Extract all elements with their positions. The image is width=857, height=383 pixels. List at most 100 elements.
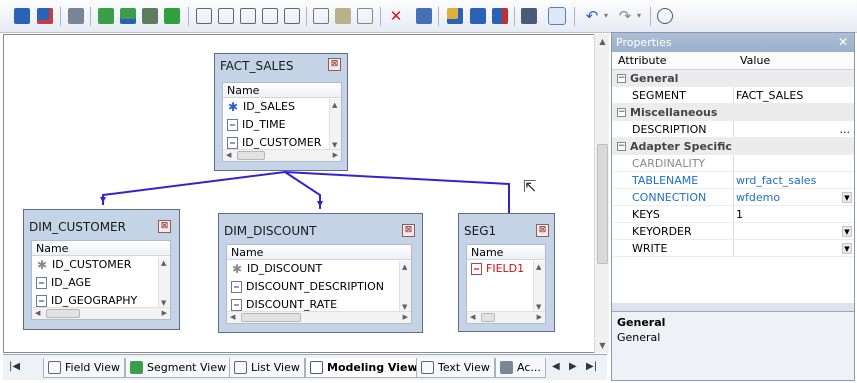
- copy-icon[interactable]: [416, 8, 432, 24]
- property-row-connection[interactable]: CONNECTION wfdemo ▼: [612, 189, 854, 206]
- connector-dim-customer: [102, 171, 286, 205]
- access-view-icon: [500, 361, 513, 374]
- field-list: Name ✱ ID_CUSTOMER ID_AGE ID_GEOGRAPHY ▲ ▼…: [31, 240, 171, 320]
- view-tabs: |◀ Field View Segment View List View Mod…: [3, 354, 607, 380]
- connector-arrow-dim-customer: [100, 197, 106, 203]
- segment-add-icon[interactable]: [120, 8, 136, 24]
- redo-icon[interactable]: ↷: [617, 8, 633, 24]
- list-item[interactable]: ID_TIME: [223, 116, 341, 134]
- property-row-segment[interactable]: SEGMENT FACT_SALES: [612, 87, 854, 104]
- tree-icon[interactable]: [521, 8, 537, 24]
- group-miscellaneous[interactable]: − Miscellaneous: [612, 104, 854, 121]
- description-text: General: [617, 331, 661, 344]
- cross-reference-icon[interactable]: [142, 8, 158, 24]
- undo-icon[interactable]: ↶: [584, 8, 600, 24]
- field-up-icon[interactable]: [218, 8, 234, 24]
- field-list-header: Name: [32, 241, 170, 256]
- properties-panel: Properties ✕ Attribute Value − General SE…: [611, 32, 855, 381]
- segment-green-icon[interactable]: [164, 8, 180, 24]
- property-row-tablename[interactable]: TABLENAME wrd_fact_sales: [612, 172, 854, 189]
- vertical-scrollbar[interactable]: ▲ ▼: [158, 257, 170, 308]
- vertical-scrollbar[interactable]: ▲ ▼: [399, 261, 411, 312]
- chevron-down-icon[interactable]: ▼: [842, 243, 852, 254]
- chevron-down-icon[interactable]: ▼: [842, 226, 852, 237]
- segment-icon[interactable]: [98, 8, 114, 24]
- scroll-down-icon[interactable]: ▼: [598, 341, 607, 350]
- delete-icon[interactable]: ✕: [388, 8, 404, 24]
- close-icon[interactable]: ⊠: [402, 224, 415, 237]
- modeling-canvas[interactable]: FACT_SALES ⊠ Name ✱ ID_SALES ID_TIME ID_C…: [3, 34, 595, 353]
- horizontal-scrollbar[interactable]: ◀ ▶: [223, 149, 341, 161]
- field-list: Name FIELD1 ▲ ▼ ◀ ▶: [466, 244, 546, 324]
- hierarchy-icon[interactable]: [470, 8, 486, 24]
- group-adapter-specific[interactable]: − Adapter Specific: [612, 138, 854, 155]
- toolbar-separator: [650, 7, 651, 26]
- edit-pencil-icon[interactable]: [335, 8, 351, 24]
- segment-dim-discount[interactable]: DIM_DISCOUNT ⊠ Name ✱ ID_DISCOUNT DISCOUN…: [218, 213, 423, 333]
- scroll-thumb[interactable]: [597, 144, 608, 264]
- tab-field-view[interactable]: Field View: [43, 358, 125, 378]
- join-icon[interactable]: [447, 8, 463, 24]
- tab-list-view[interactable]: List View: [229, 358, 305, 378]
- collapse-icon[interactable]: −: [617, 74, 626, 83]
- list-item[interactable]: ✱ ID_DISCOUNT: [227, 260, 411, 278]
- property-row-description[interactable]: DESCRIPTION...: [612, 121, 854, 138]
- scroll-up-icon[interactable]: ▲: [598, 37, 607, 46]
- toolbar-separator: [514, 7, 515, 26]
- zoom-icon[interactable]: [657, 8, 673, 24]
- tab-segment-view[interactable]: Segment View: [125, 358, 232, 378]
- sort-icon[interactable]: [313, 8, 329, 24]
- last-tab-icon[interactable]: ▶|: [586, 361, 597, 372]
- segment-seg1[interactable]: SEG1 ⊠ Name FIELD1 ▲ ▼ ◀ ▶: [458, 213, 555, 332]
- close-icon[interactable]: ✕: [838, 33, 848, 52]
- horizontal-scrollbar[interactable]: ◀ ▶: [32, 307, 170, 319]
- segment-title: DIM_CUSTOMER: [29, 220, 126, 234]
- mouse-pointer-icon: ⇱: [523, 177, 537, 196]
- collapse-icon[interactable]: −: [617, 108, 626, 117]
- connector-seg1: [284, 171, 510, 213]
- property-row-write[interactable]: WRITE ▼: [612, 240, 854, 257]
- field-edit-icon[interactable]: [262, 8, 278, 24]
- toolbar-separator: [90, 7, 91, 26]
- close-icon[interactable]: ⊠: [328, 58, 341, 71]
- relation-icon[interactable]: [492, 8, 508, 24]
- ellipsis-button[interactable]: ...: [840, 121, 851, 138]
- list-item[interactable]: ✱ ID_CUSTOMER: [32, 256, 170, 274]
- save-as-icon[interactable]: [37, 8, 53, 24]
- list-item[interactable]: ID_AGE: [32, 274, 170, 292]
- canvas-vertical-scrollbar[interactable]: ▲ ▼: [594, 34, 609, 353]
- field-icon[interactable]: [196, 8, 212, 24]
- property-row-keyorder[interactable]: KEYORDER ▼: [612, 223, 854, 240]
- list-item[interactable]: ✱ ID_SALES: [223, 98, 341, 116]
- first-tab-icon[interactable]: |◀: [9, 361, 20, 372]
- property-row-keys[interactable]: KEYS 1: [612, 206, 854, 223]
- close-icon[interactable]: ⊠: [536, 224, 549, 237]
- vertical-scrollbar[interactable]: ▲ ▼: [533, 261, 545, 312]
- tab-access[interactable]: Ac...: [495, 358, 546, 378]
- field-down-icon[interactable]: [240, 8, 256, 24]
- chevron-down-icon[interactable]: ▼: [842, 192, 852, 203]
- print-icon[interactable]: [68, 8, 84, 24]
- prev-tab-icon[interactable]: ◀: [552, 361, 560, 372]
- tab-text-view[interactable]: Text View: [416, 358, 495, 378]
- collapse-icon[interactable]: −: [617, 142, 626, 151]
- document-icon[interactable]: [357, 8, 373, 24]
- next-tab-icon[interactable]: ▶: [569, 361, 577, 372]
- tab-modeling-view[interactable]: Modeling View: [305, 358, 423, 378]
- vertical-scrollbar[interactable]: ▲ ▼: [329, 99, 341, 150]
- field-list-icon[interactable]: [284, 8, 300, 24]
- segment-fact-sales[interactable]: FACT_SALES ⊠ Name ✱ ID_SALES ID_TIME ID_C…: [214, 53, 348, 171]
- connector-dim-discount: [284, 171, 321, 209]
- panel-splitter[interactable]: [612, 303, 854, 311]
- segment-dim-customer[interactable]: DIM_CUSTOMER ⊠ Name ✱ ID_CUSTOMER ID_AGE …: [23, 209, 180, 330]
- connector-arrow-dim-discount: [317, 201, 323, 207]
- horizontal-scrollbar[interactable]: ◀ ▶: [227, 311, 411, 323]
- properties-title-bar: Properties ✕: [612, 33, 854, 52]
- pointer-icon[interactable]: [548, 7, 566, 25]
- property-row-cardinality[interactable]: CARDINALITY: [612, 155, 854, 172]
- list-item[interactable]: DISCOUNT_DESCRIPTION: [227, 278, 411, 296]
- horizontal-scrollbar[interactable]: ◀ ▶: [467, 311, 545, 323]
- save-icon[interactable]: [14, 8, 30, 24]
- group-general[interactable]: − General: [612, 70, 854, 87]
- close-icon[interactable]: ⊠: [158, 220, 171, 233]
